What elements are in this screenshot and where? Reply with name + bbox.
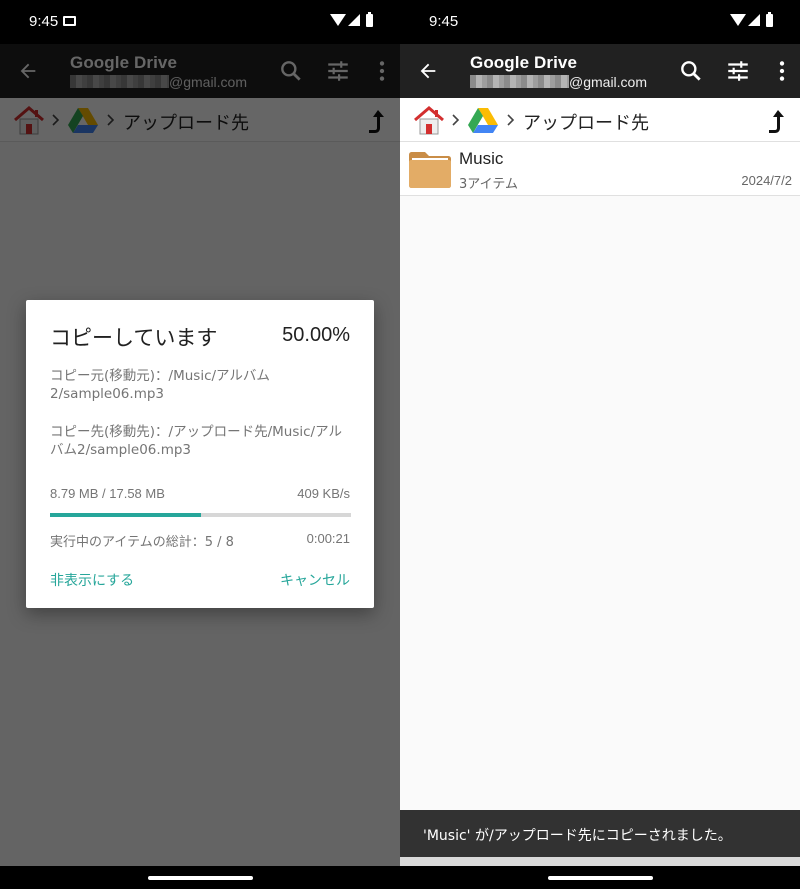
navigation-bar xyxy=(400,866,800,889)
blurred-account xyxy=(470,75,569,88)
item-name: Music xyxy=(459,149,504,168)
app-bar: Google Drive @gmail.com xyxy=(400,44,800,98)
account-email: @gmail.com xyxy=(470,74,647,90)
item-date: 2024/7/2 xyxy=(741,173,792,188)
elapsed-time: 0:00:21 xyxy=(306,531,350,546)
status-time: 9:45 xyxy=(29,13,59,30)
dialog-title: コピーしています xyxy=(50,326,218,350)
copy-destination-path: コピー先(移動先)：/アップロード先/Music/アルバム2/sample06.… xyxy=(50,424,342,458)
progress-bar-fill xyxy=(50,513,201,517)
breadcrumb: アップロード先 xyxy=(400,98,800,142)
chevron-right-icon xyxy=(452,114,460,126)
transfer-speed: 409 KB/s xyxy=(297,486,350,501)
item-count: 3アイテム xyxy=(459,177,518,192)
phone-copy-complete: 9:45 Google Drive @gmail.com アップロード先 Mus… xyxy=(400,0,800,889)
items-total: 実行中のアイテムの総計：5 / 8 xyxy=(50,535,234,550)
battery-icon xyxy=(766,12,773,27)
signal-icon xyxy=(748,14,760,26)
snackbar-message: 'Music' が/アップロード先にコピーされました。 xyxy=(423,828,732,844)
home-gesture-pill[interactable] xyxy=(548,876,653,880)
screenshot-pair: 9:45 Google Drive @gmail.com xyxy=(0,0,800,889)
status-bar: 9:45 xyxy=(400,0,800,44)
up-arrow-icon[interactable] xyxy=(764,106,788,134)
account-suffix: @gmail.com xyxy=(569,74,648,90)
wifi-icon xyxy=(330,14,346,26)
cancel-button[interactable]: キャンセル xyxy=(280,570,350,590)
chevron-right-icon xyxy=(507,114,515,126)
notification-icon xyxy=(63,16,76,26)
phone-copying: 9:45 Google Drive @gmail.com xyxy=(0,0,400,889)
hide-button[interactable]: 非表示にする xyxy=(50,570,134,590)
back-arrow-icon[interactable] xyxy=(417,60,439,82)
status-time: 9:45 xyxy=(429,13,459,30)
progress-percent: 50.00% xyxy=(282,324,350,346)
progress-bar xyxy=(50,513,351,517)
tune-icon[interactable] xyxy=(725,58,751,84)
breadcrumb-current[interactable]: アップロード先 xyxy=(523,109,649,135)
snackbar: 'Music' が/アップロード先にコピーされました。 xyxy=(400,810,800,857)
snackbar-shadow xyxy=(400,857,800,866)
more-vert-icon[interactable] xyxy=(769,58,795,84)
file-list-area: Music 3アイテム 2024/7/2 xyxy=(400,142,800,866)
transfer-size: 8.79 MB / 17.58 MB xyxy=(50,486,165,501)
copy-source-path: コピー元(移動元)：/Music/アルバム2/sample06.mp3 xyxy=(50,368,270,402)
home-gesture-pill[interactable] xyxy=(148,876,253,880)
folder-icon xyxy=(409,152,451,188)
home-icon[interactable] xyxy=(413,105,445,135)
status-bar: 9:45 xyxy=(0,0,400,44)
search-icon[interactable] xyxy=(678,58,704,84)
navigation-bar xyxy=(0,866,400,889)
list-item[interactable]: Music 3アイテム 2024/7/2 xyxy=(400,142,800,196)
google-drive-icon[interactable] xyxy=(468,106,498,133)
signal-icon xyxy=(348,14,360,26)
copy-progress-dialog: コピーしています 50.00% コピー元(移動元)：/Music/アルバム2/s… xyxy=(26,300,374,608)
wifi-icon xyxy=(730,14,746,26)
app-title: Google Drive xyxy=(470,53,578,72)
battery-icon xyxy=(366,12,373,27)
